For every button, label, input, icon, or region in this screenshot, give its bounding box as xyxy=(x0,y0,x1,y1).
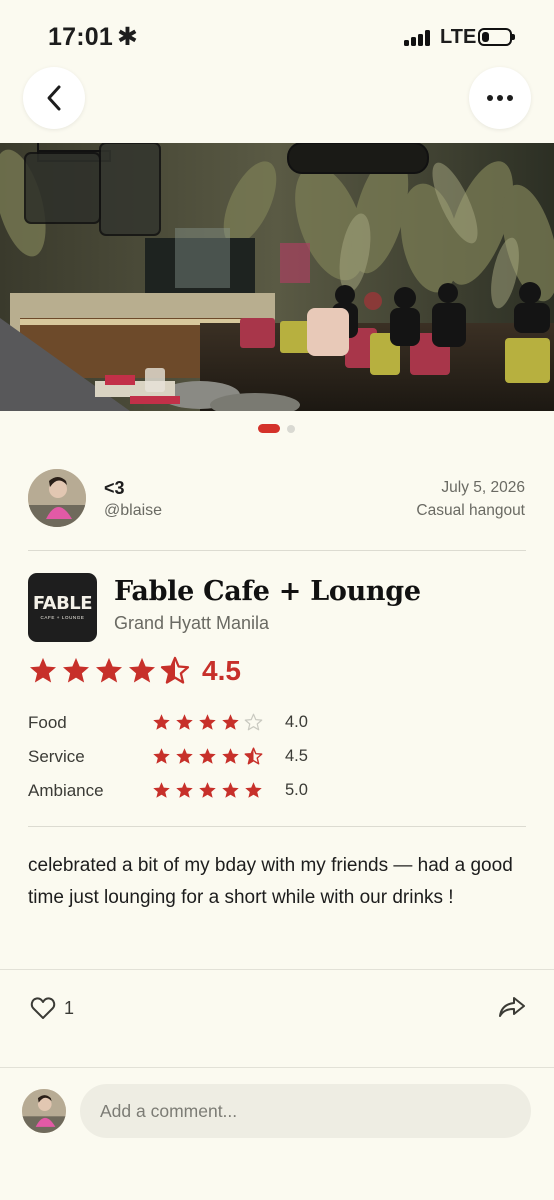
asterisk-icon: ✱ xyxy=(116,23,139,51)
rating-score: 4.5 xyxy=(285,747,308,765)
author-avatar[interactable] xyxy=(28,469,86,527)
divider xyxy=(28,826,526,827)
carousel-dot-active[interactable] xyxy=(258,424,280,433)
status-bar: 17:01 ✱ LTE xyxy=(0,0,554,72)
star-filled-icon xyxy=(30,657,56,683)
more-options-button[interactable] xyxy=(469,67,531,129)
restaurant-logo[interactable]: FABLE CAFE + LOUNGE xyxy=(28,573,97,642)
avatar-photo xyxy=(28,469,86,527)
stars-graphic xyxy=(153,747,263,765)
star-filled-icon xyxy=(222,714,239,730)
rating-stars xyxy=(152,713,263,733)
status-time: 17:01 ✱ xyxy=(48,22,138,52)
restaurant-interior-photo xyxy=(0,143,554,411)
back-button[interactable] xyxy=(23,67,85,129)
star-filled-icon xyxy=(176,748,193,764)
star-filled-icon xyxy=(63,657,89,683)
signal-icon xyxy=(404,30,434,46)
divider xyxy=(0,969,554,970)
carousel-dot[interactable] xyxy=(287,425,295,433)
stars-graphic xyxy=(30,656,190,684)
rating-stars xyxy=(152,747,263,767)
star-empty-icon xyxy=(244,713,263,731)
restaurant-location: Grand Hyatt Manila xyxy=(114,613,270,633)
star-filled-icon xyxy=(129,657,155,683)
stars-graphic xyxy=(153,713,263,731)
rating-row-ambiance: Ambiance 5.0 xyxy=(28,779,526,803)
star-filled-icon xyxy=(153,714,170,730)
divider xyxy=(0,1067,554,1068)
restaurant-name[interactable]: Fable Cafe + Lounge xyxy=(114,576,421,607)
network-label: LTE xyxy=(440,26,477,48)
rating-row-service: Service 4.5 xyxy=(28,745,526,769)
like-count: 1 xyxy=(64,998,75,1018)
star-filled-icon xyxy=(153,748,170,764)
rating-label: Ambiance xyxy=(28,781,104,800)
stars-graphic xyxy=(153,782,262,798)
overall-rating-score: 4.5 xyxy=(202,655,241,686)
star-filled-icon xyxy=(199,714,216,730)
review-text: celebrated a bit of my bday with my frie… xyxy=(28,855,513,908)
star-filled-icon xyxy=(199,782,216,798)
star-filled-icon xyxy=(222,748,239,764)
status-time-text: 17:01 xyxy=(48,23,113,51)
star-filled-icon xyxy=(176,714,193,730)
rating-row-food: Food 4.0 xyxy=(28,711,526,735)
heart-icon[interactable] xyxy=(30,996,56,1020)
logo-subtext: CAFE + LOUNGE xyxy=(40,615,85,620)
more-horizontal-icon xyxy=(487,95,513,101)
overall-rating-stars xyxy=(28,656,190,690)
avatar-photo xyxy=(22,1089,66,1133)
rating-label: Service xyxy=(28,747,85,766)
carousel-indicator xyxy=(0,424,554,434)
rating-score: 5.0 xyxy=(285,781,308,799)
rating-label: Food xyxy=(28,713,67,732)
star-filled-icon xyxy=(176,782,193,798)
star-filled-icon xyxy=(199,748,216,764)
battery-icon xyxy=(478,28,515,46)
review-photo[interactable] xyxy=(0,143,554,411)
rating-stars xyxy=(152,781,263,801)
star-half-icon xyxy=(244,747,263,765)
chevron-left-icon xyxy=(47,85,61,111)
rating-score: 4.0 xyxy=(285,713,308,731)
star-filled-icon xyxy=(222,782,239,798)
comment-input[interactable] xyxy=(80,1084,531,1138)
share-icon[interactable] xyxy=(498,995,526,1019)
review-tag: Casual hangout xyxy=(416,502,525,519)
current-user-avatar xyxy=(22,1089,66,1133)
divider xyxy=(28,550,526,551)
logo-text: FABLE xyxy=(32,593,93,614)
star-filled-icon xyxy=(245,782,262,798)
star-half-icon xyxy=(160,656,190,684)
review-date: July 5, 2026 xyxy=(441,479,525,496)
star-filled-icon xyxy=(153,782,170,798)
author-name[interactable]: <3 xyxy=(104,478,125,499)
star-filled-icon xyxy=(96,657,122,683)
author-handle[interactable]: @blaise xyxy=(104,502,162,520)
